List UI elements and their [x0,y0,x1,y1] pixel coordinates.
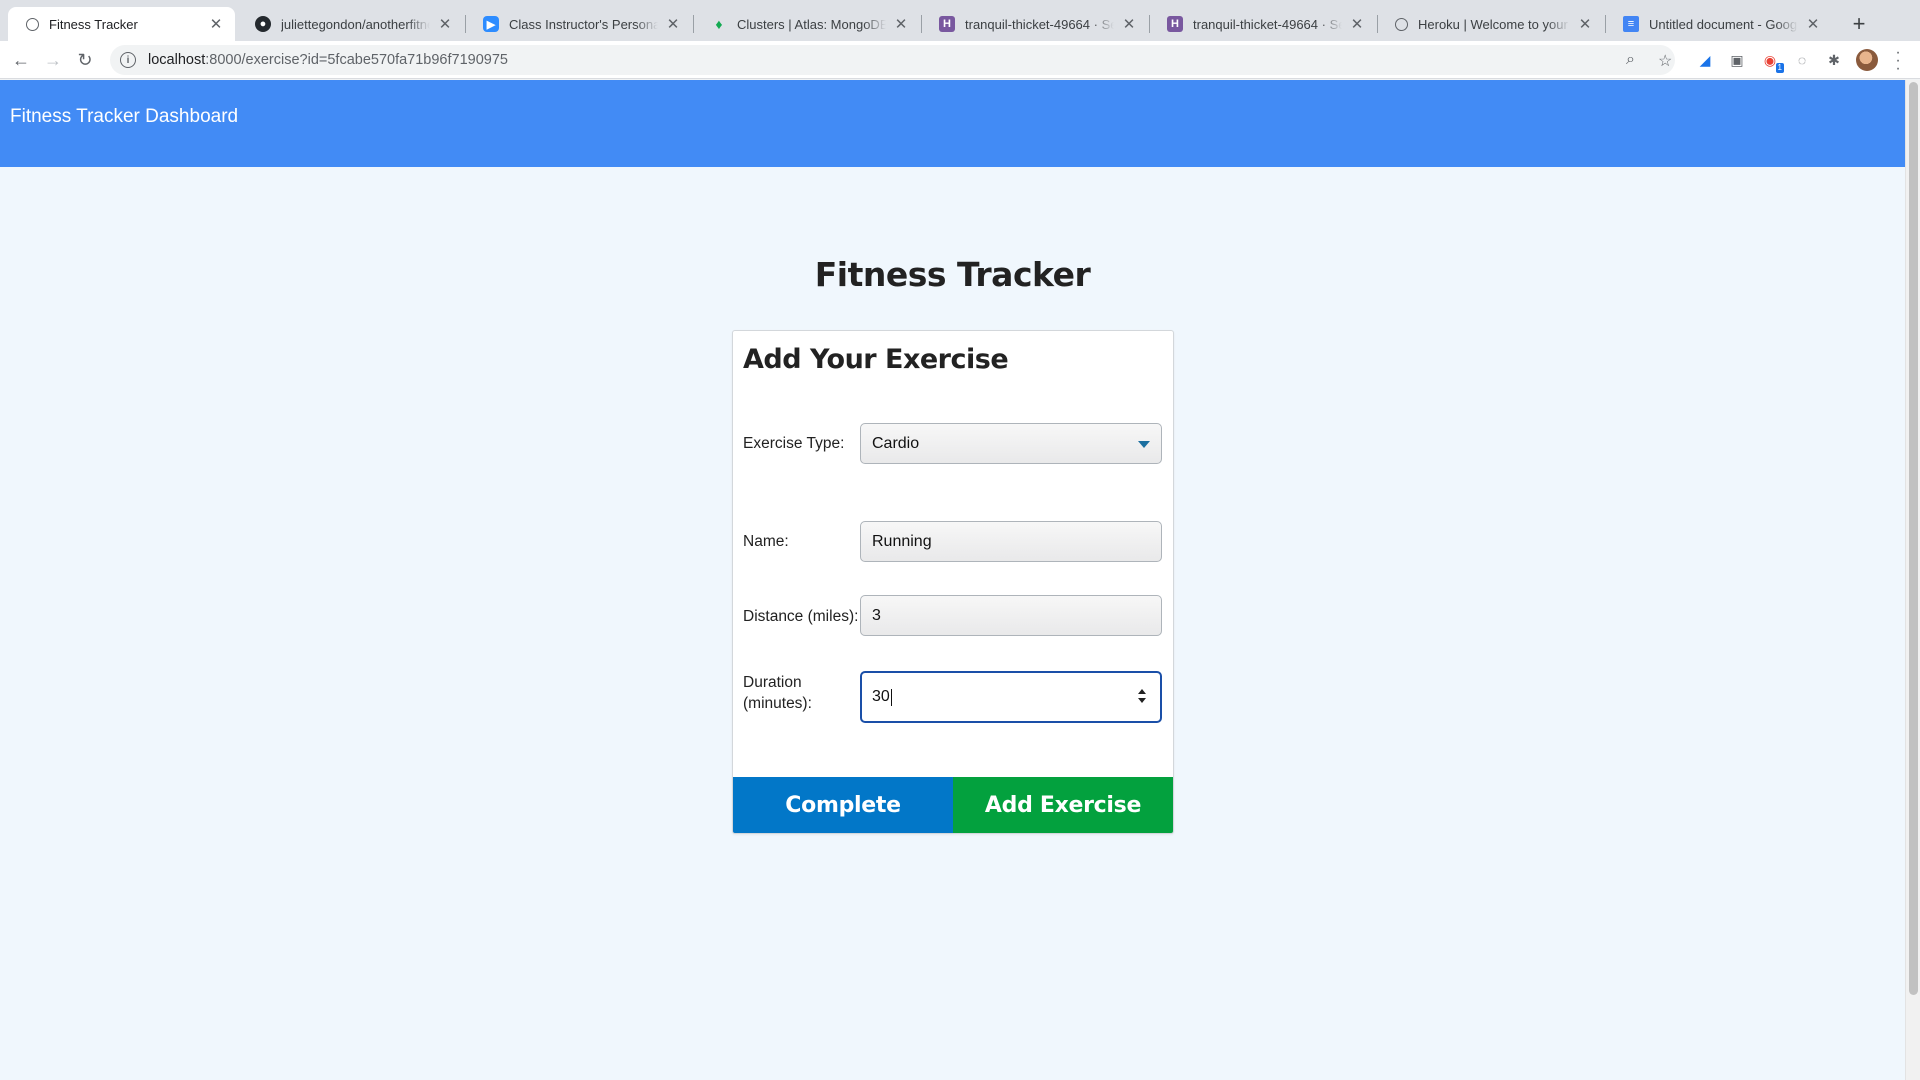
tab-close-icon[interactable]: ✕ [664,15,682,33]
page-scrollbar[interactable] [1905,80,1920,1080]
new-tab-icon[interactable]: + [1845,10,1873,38]
tab-title: tranquil-thicket-49664 · Sett [1193,16,1342,32]
exercise-type-label: Exercise Type: [743,435,845,452]
tab-close-icon[interactable]: ✕ [1348,15,1366,33]
globe-icon [26,17,39,31]
scrollbar-thumb[interactable] [1909,82,1918,995]
info-icon[interactable]: i [120,52,136,68]
url-text[interactable]: localhost:8000/exercise?id=5fcabe570fa71… [148,52,508,68]
tab-close-icon[interactable]: ✕ [1576,15,1594,33]
add-exercise-card: Add Your Exercise Exercise Type: Cardio … [732,330,1174,834]
page-viewport: Fitness Tracker Dashboard Fitness Tracke… [0,80,1905,1080]
url-host: localhost [148,52,206,68]
navbar: Fitness Tracker Dashboard [0,80,1905,167]
extension-red-icon[interactable]: ◉ 1 [1760,50,1784,73]
tab-close-icon[interactable]: ✕ [436,15,454,33]
extension-blue-icon[interactable]: ◢ [1695,50,1715,70]
complete-button[interactable]: Complete [733,777,953,833]
number-spinner-icon[interactable] [1138,689,1146,703]
tab-google-docs[interactable]: ≡ Untitled document - Google D ✕ [1605,7,1832,41]
tab-title: Class Instructor's Personal M [509,16,658,32]
name-input[interactable]: Running [860,521,1162,562]
navbar-brand[interactable]: Fitness Tracker Dashboard [10,106,238,128]
zoom-magnifier-icon[interactable]: ⌕ [1626,51,1635,69]
reload-icon[interactable]: ↻ [72,47,98,73]
distance-input[interactable]: 3 [860,595,1162,636]
duration-label: Duration (minutes): [743,672,812,714]
exercise-type-value: Cardio [872,434,920,452]
back-arrow-icon[interactable]: ← [8,47,34,73]
name-value: Running [872,532,932,550]
github-icon: ● [255,16,271,32]
forward-arrow-icon[interactable]: → [40,47,66,73]
tab-title: Untitled document - Google D [1649,16,1798,32]
tab-title: tranquil-thicket-49664 · Sett [965,16,1114,32]
extension-circle-icon[interactable]: ◌ [1792,50,1812,70]
text-cursor [890,688,892,706]
tab-github[interactable]: ● juliettegondon/anotherfitness ✕ [237,7,464,41]
exercise-type-select[interactable]: Cardio [860,423,1162,464]
heroku-icon: H [1167,16,1183,32]
tab-mongodb[interactable]: ♦ Clusters | Atlas: MongoDB At ✕ [693,7,920,41]
globe-icon [1395,17,1408,31]
google-docs-icon: ≡ [1623,16,1639,32]
tab-title: Fitness Tracker [49,16,138,32]
bookmark-star-icon[interactable]: ☆ [1658,51,1672,71]
extension-badge: 1 [1775,63,1784,73]
tab-close-icon[interactable]: ✕ [1804,15,1822,33]
duration-input[interactable]: 30 [860,671,1162,723]
duration-label-line2: (minutes): [743,695,812,712]
tab-title: juliettegondon/anotherfitness [281,16,430,32]
tab-close-icon[interactable]: ✕ [207,15,225,33]
zoom-icon: ▶ [483,16,499,32]
tab-close-icon[interactable]: ✕ [892,15,910,33]
url-path: :8000/exercise?id=5fcabe570fa71b96f71909… [205,52,508,68]
tab-heroku-welcome[interactable]: Heroku | Welcome to your ne ✕ [1377,7,1604,41]
card-title: Add Your Exercise [743,344,1009,375]
page-title: Fitness Tracker [814,255,1091,294]
name-label: Name: [743,533,789,550]
heroku-icon: H [939,16,955,32]
tab-close-icon[interactable]: ✕ [1120,15,1138,33]
address-bar[interactable]: i localhost:8000/exercise?id=5fcabe570fa… [110,45,1675,75]
mongodb-leaf-icon: ♦ [715,16,723,32]
browser-toolbar: ← → ↻ i localhost:8000/exercise?id=5fcab… [0,41,1920,79]
distance-label: Distance (miles): [743,608,859,625]
tab-fitness-tracker[interactable]: Fitness Tracker ✕ [8,7,235,41]
duration-value: 30 [872,688,890,705]
add-exercise-button[interactable]: Add Exercise [953,777,1173,833]
tab-title: Heroku | Welcome to your ne [1418,16,1570,32]
tab-zoom[interactable]: ▶ Class Instructor's Personal M ✕ [465,7,692,41]
browser-menu-icon[interactable]: · · · [1892,45,1904,77]
duration-label-line1: Duration [743,674,802,691]
profile-avatar[interactable] [1856,49,1878,71]
extension-grey-icon[interactable]: ▣ [1727,50,1747,70]
chevron-down-icon [1138,441,1150,448]
distance-value: 3 [872,606,881,624]
browser-tab-strip: Fitness Tracker ✕ ● juliettegondon/anoth… [0,0,1920,41]
extensions-puzzle-icon[interactable]: ✱ [1824,50,1844,70]
tab-heroku-2[interactable]: H tranquil-thicket-49664 · Sett ✕ [1149,7,1376,41]
tab-heroku-1[interactable]: H tranquil-thicket-49664 · Sett ✕ [921,7,1148,41]
tab-title: Clusters | Atlas: MongoDB At [737,16,886,32]
